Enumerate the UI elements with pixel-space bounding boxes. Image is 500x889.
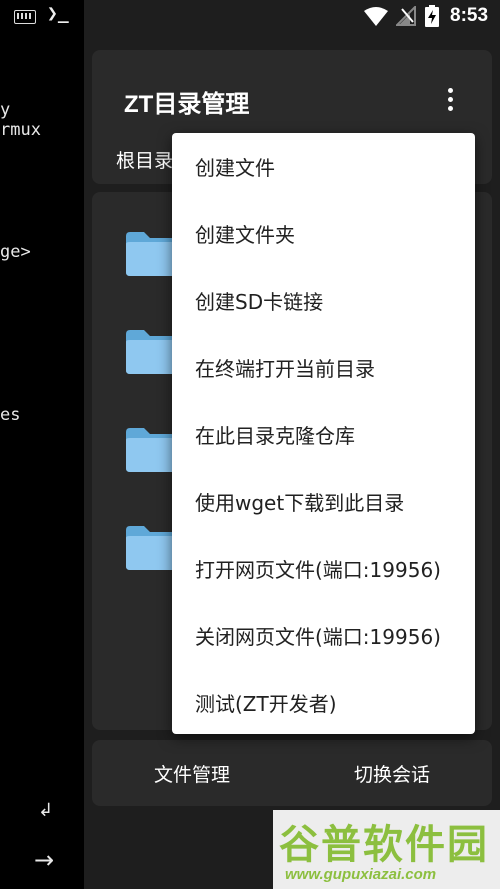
status-time: 8:53 [450, 5, 489, 26]
watermark-title: 谷普软件园 [279, 822, 489, 868]
terminal-icon: ❯_ [47, 3, 69, 24]
terminal-line: y [0, 100, 11, 120]
folder-icon [126, 232, 176, 276]
terminal-line: ge> [0, 242, 31, 262]
status-bar: ❯_ 8:53 [0, 0, 500, 34]
watermark: 谷普软件园 www.gupuxiazai.com [273, 810, 500, 889]
menu-item-test-developer[interactable]: 测试(ZT开发者) [172, 669, 475, 736]
folder-icon [126, 526, 176, 570]
menu-item-create-file[interactable]: 创建文件 [172, 133, 475, 200]
menu-item-create-folder[interactable]: 创建文件夹 [172, 200, 475, 267]
menu-item-open-in-terminal[interactable]: 在终端打开当前目录 [172, 334, 475, 401]
more-vert-icon[interactable] [442, 86, 458, 114]
terminal-line: rmux [0, 120, 41, 140]
menu-item-close-web-files[interactable]: 关闭网页文件(端口:19956) [172, 602, 475, 669]
no-signal-icon [396, 6, 416, 26]
arrow-right-icon[interactable]: → [34, 846, 54, 874]
menu-item-clone-repo[interactable]: 在此目录克隆仓库 [172, 401, 475, 468]
battery-charging-icon [425, 5, 439, 27]
wifi-icon [364, 7, 388, 26]
watermark-url: www.gupuxiazai.com [285, 866, 437, 883]
file-manager-button[interactable]: 文件管理 [92, 740, 292, 806]
breadcrumb[interactable]: 根目录 [116, 146, 173, 173]
folder-icon [126, 428, 176, 472]
menu-item-open-web-files[interactable]: 打开网页文件(端口:19956) [172, 535, 475, 602]
folder-icon [126, 330, 176, 374]
terminal-pane[interactable]: y rmux ge> es ↲ → [0, 0, 84, 889]
menu-item-wget-download[interactable]: 使用wget下载到此目录 [172, 468, 475, 535]
enter-key-icon[interactable]: ↲ [38, 800, 53, 821]
bottom-nav: 文件管理 切换会话 [92, 740, 492, 806]
keyboard-icon [14, 10, 36, 24]
app-title: ZT目录管理 [124, 91, 250, 118]
menu-item-create-sd-link[interactable]: 创建SD卡链接 [172, 267, 475, 334]
switch-session-button[interactable]: 切换会话 [292, 740, 492, 806]
terminal-line: es [0, 405, 21, 425]
overflow-menu: 创建文件 创建文件夹 创建SD卡链接 在终端打开当前目录 在此目录克隆仓库 使用… [172, 133, 475, 734]
